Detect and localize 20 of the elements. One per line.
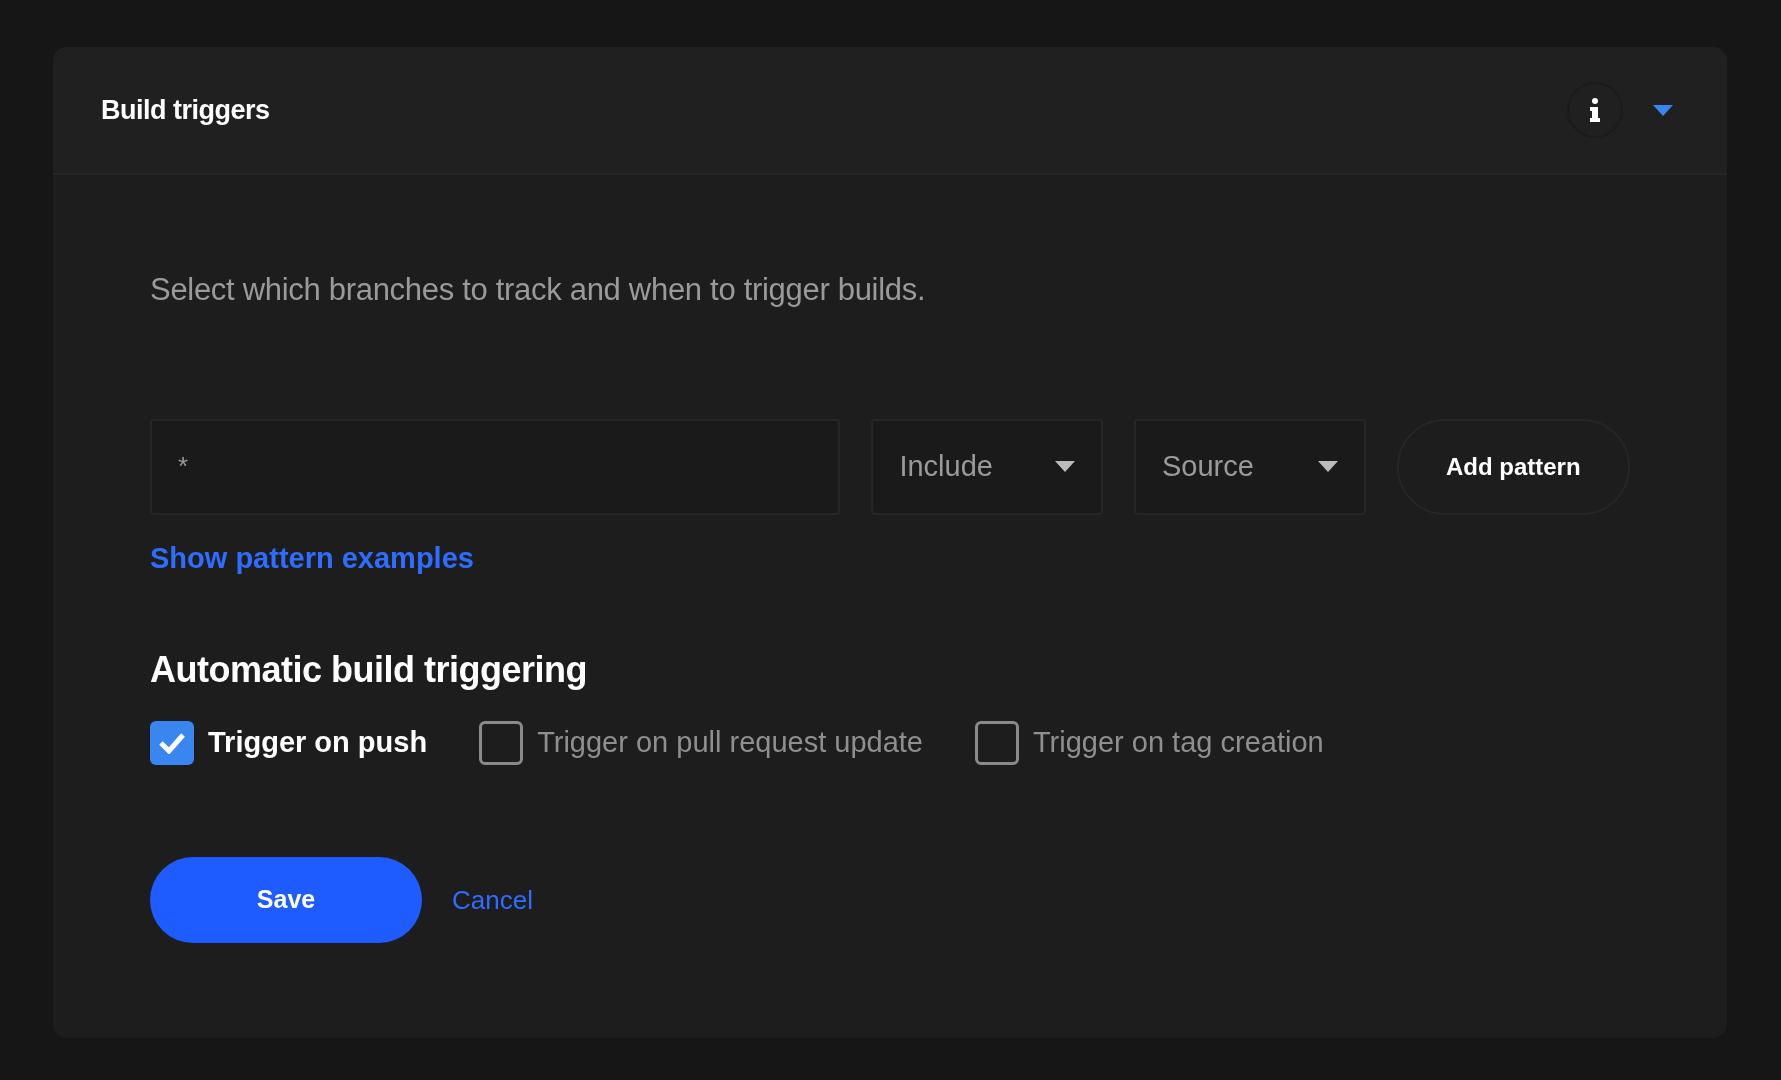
- checkbox-label: Trigger on push: [208, 725, 428, 761]
- section-heading: Automatic build triggering: [150, 648, 588, 692]
- checkbox[interactable]: [974, 721, 1019, 766]
- target-select[interactable]: Source: [1134, 418, 1366, 515]
- checkbox[interactable]: [479, 721, 524, 766]
- panel-title: Build triggers: [101, 93, 270, 127]
- cancel-button[interactable]: Cancel: [452, 880, 533, 920]
- checkbox-label: Trigger on tag creation: [1032, 725, 1324, 761]
- mode-select[interactable]: Include: [871, 418, 1103, 515]
- caret-icon: [1055, 461, 1075, 472]
- caret-icon: [1317, 461, 1338, 472]
- save-button[interactable]: Save: [150, 857, 422, 944]
- caret-icon: [1653, 104, 1673, 116]
- pattern-examples-link[interactable]: Show pattern examples: [150, 541, 474, 574]
- checkbox[interactable]: [150, 721, 194, 766]
- pattern-input[interactable]: *: [150, 418, 841, 515]
- description-text: Select which branches to track and when to trigger builds.: [150, 271, 927, 309]
- add-pattern-button[interactable]: Add pattern: [1396, 418, 1630, 515]
- check-icon: [158, 732, 186, 755]
- checkbox-label: Trigger on pull request update: [537, 725, 923, 761]
